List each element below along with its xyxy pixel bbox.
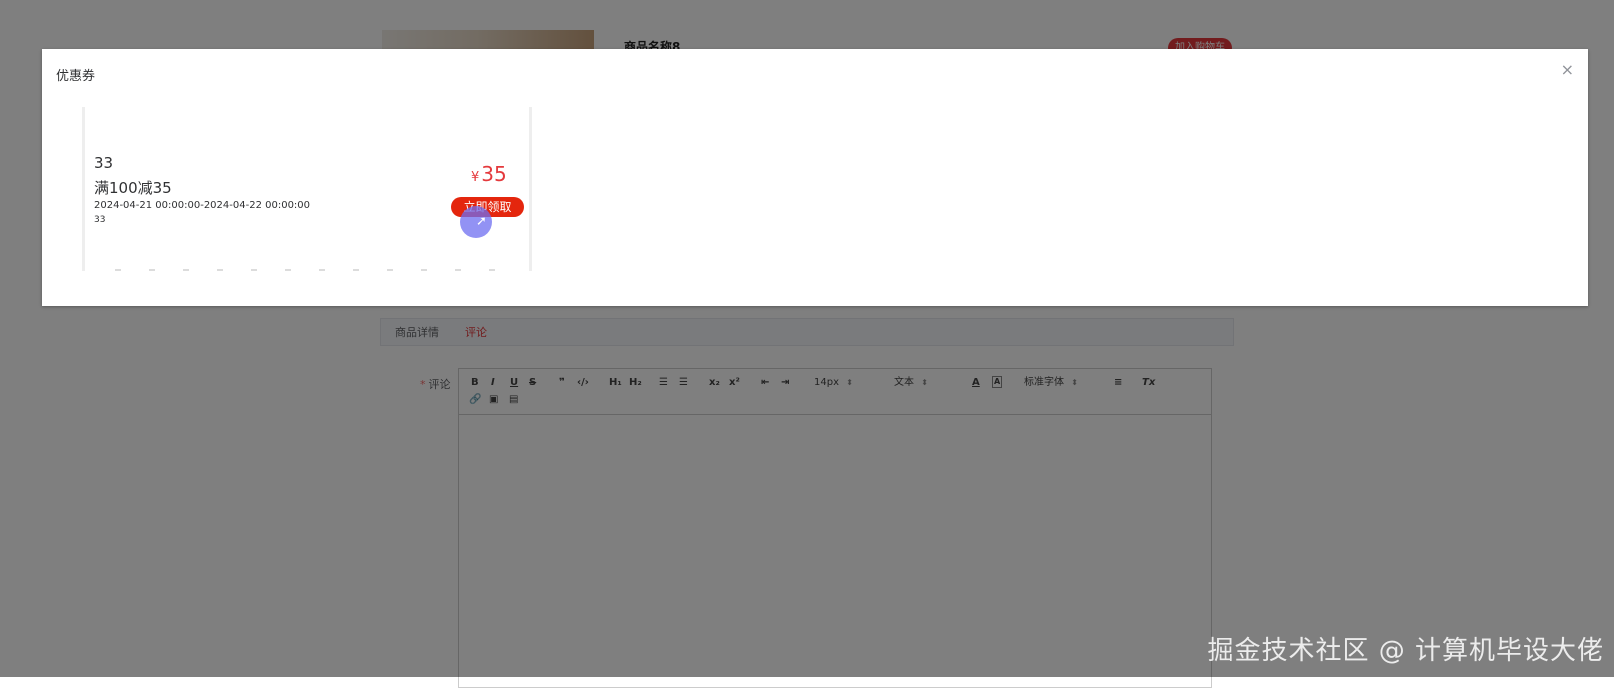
close-icon[interactable]: × [1561, 60, 1574, 79]
coupon-amount-value: 35 [481, 162, 507, 186]
watermark: 掘金技术社区 @ 计算机毕设大佬 [1207, 636, 1604, 666]
coupon-perforation [115, 269, 495, 271]
dialog-title: 优惠券 [56, 69, 96, 84]
mouse-pointer-icon: ➚ [476, 214, 487, 229]
coupon-validity-period: 2024-04-21 00:00:00-2024-04-22 00:00:00 [94, 200, 311, 211]
coupon-name: 33 [94, 154, 114, 172]
currency-symbol: ¥ [471, 170, 480, 185]
coupon-rule: 满100减35 [94, 179, 172, 197]
coupon-amount: ¥35 [471, 162, 507, 186]
coupon-dialog: 优惠券 × 33 满100减35 2024-04-21 00:00:00-202… [42, 49, 1588, 306]
coupon-description: 33 [94, 215, 106, 225]
coupon-card: 33 满100减35 2024-04-21 00:00:00-2024-04-2… [82, 107, 532, 271]
